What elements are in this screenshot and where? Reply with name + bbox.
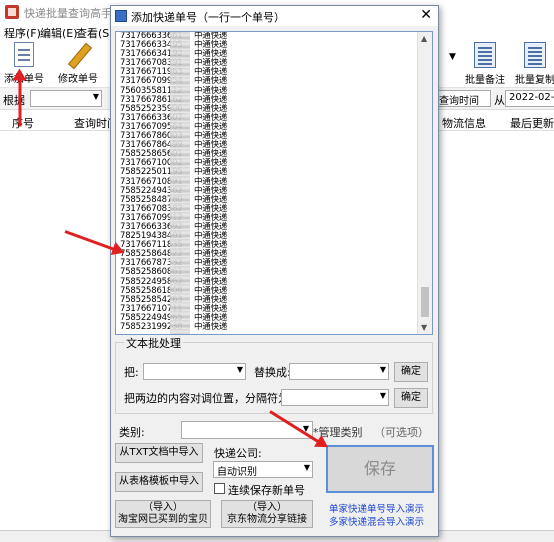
batch-note-button[interactable]: 批量备注: [463, 42, 507, 86]
scroll-down-icon[interactable]: ▼: [421, 323, 427, 332]
dialog-title-bar: 添加快递单号（一行一个单号） ✕: [111, 6, 438, 26]
chevron-down-icon: ▼: [379, 391, 386, 400]
replace-confirm-button[interactable]: 确定: [394, 362, 428, 382]
column-header-logistics[interactable]: 物流信息: [442, 115, 486, 131]
add-tracking-dialog: 添加快递单号（一行一个单号） ✕ 731766633661 中通快递 7317666…: [110, 5, 439, 537]
courier-company-select[interactable]: 自动识别 ▼: [213, 461, 313, 478]
filter-date-input[interactable]: 2022-02-09: [505, 90, 554, 107]
edit-tracking-button[interactable]: 修改单号: [56, 42, 100, 85]
menu-view[interactable]: 查看(S): [76, 25, 114, 41]
chevron-down-icon: ▼: [303, 463, 310, 472]
menu-program[interactable]: 程序(F): [4, 25, 41, 41]
import-taobao-line2: 淘宝网已买到的宝贝: [118, 514, 208, 525]
continuous-save-checkbox[interactable]: [214, 483, 225, 494]
replace-from-select[interactable]: ▼: [143, 363, 246, 380]
swap-confirm-label: 确定: [401, 392, 421, 403]
batch-copy-button[interactable]: 批量复制: [513, 42, 554, 86]
toolbar-dropdown-arrow-icon[interactable]: ▼: [449, 52, 456, 62]
tracking-number-rows: 731766633661 中通快递 731766633495 中通快递 73176663…: [116, 32, 418, 332]
category-label: 类别:: [119, 426, 145, 439]
multi-courier-demo-link[interactable]: 多家快递混合导入演示: [329, 514, 424, 528]
import-txt-button[interactable]: 从TXT文档中导入: [115, 443, 203, 463]
courier-company-label: 快递公司:: [214, 447, 262, 460]
chevron-down-icon: ▼: [236, 365, 243, 374]
new-document-icon: [14, 42, 34, 67]
scroll-up-icon[interactable]: ▲: [421, 34, 427, 43]
chevron-down-icon: ▼: [379, 365, 386, 374]
tracking-number-textarea[interactable]: 731766633661 中通快递 731766633495 中通快递 73176663…: [115, 31, 433, 335]
batch-note-label: 批量备注: [465, 75, 505, 86]
import-jd-button[interactable]: （导入） 京东物流分享链接: [221, 500, 313, 528]
import-taobao-button[interactable]: （导入） 淘宝网已买到的宝贝: [115, 500, 211, 528]
chevron-down-icon: ▼: [92, 92, 99, 101]
swap-label: 把两边的内容对调位置，分隔符为:: [124, 392, 293, 405]
main-menubar: 程序(F) 编辑(E) 查看(S): [0, 24, 114, 41]
import-table-button[interactable]: 从表格模板中导入: [115, 472, 203, 492]
copy-stack-icon: [524, 42, 546, 68]
import-txt-label: 从TXT文档中导入: [119, 447, 199, 458]
annotation-arrow-add: [18, 71, 22, 127]
tracking-number-row: 758523199238 中通快递: [116, 322, 418, 332]
batch-copy-label: 批量复制: [515, 75, 554, 86]
import-table-label: 从表格模板中导入: [119, 476, 199, 487]
category-optional-hint: （可选项）: [374, 426, 429, 439]
tracking-courier-name: 中通快递: [194, 322, 228, 332]
courier-company-value: 自动识别: [217, 467, 257, 478]
pencil-icon: [66, 42, 90, 67]
redacted-digits-blur: [170, 32, 190, 334]
filter-prefix-label: 根据: [3, 94, 25, 107]
filter-time-value: 查询时间: [439, 96, 479, 107]
column-header-index[interactable]: 序号: [12, 115, 34, 131]
batch-group-label: 文本批处理: [124, 335, 183, 351]
close-icon[interactable]: ✕: [420, 7, 432, 23]
column-header-last-update[interactable]: 最后更新时: [510, 115, 554, 131]
app-logo-icon: [5, 5, 19, 19]
scroll-thumb[interactable]: [421, 287, 429, 317]
filter-from-label: 从: [494, 94, 505, 107]
save-button[interactable]: 保存: [326, 445, 434, 493]
dialog-app-icon: [115, 10, 127, 22]
save-label: 保存: [363, 459, 396, 478]
replace-to-select[interactable]: ▼: [289, 363, 389, 380]
swap-confirm-button[interactable]: 确定: [394, 388, 428, 408]
filter-time-select[interactable]: 查询时间: [435, 90, 491, 107]
dialog-title: 添加快递单号（一行一个单号）: [131, 11, 285, 24]
menu-edit[interactable]: 编辑(E): [40, 25, 78, 41]
replace-to-label: 替换成:: [254, 366, 291, 379]
filter-date-value: 2022-02-09: [509, 92, 554, 103]
import-jd-line2: 京东物流分享链接: [227, 514, 307, 525]
edit-tracking-label: 修改单号: [58, 74, 98, 85]
single-courier-demo-link[interactable]: 单家快递单号导入演示: [329, 501, 424, 515]
notes-stack-icon: [474, 42, 496, 68]
replace-from-label: 把:: [124, 366, 139, 379]
import-jd-line1: （导入）: [247, 502, 287, 513]
separator-select[interactable]: ▼: [281, 389, 389, 406]
filter-field-select[interactable]: ▼: [30, 90, 102, 107]
import-taobao-line1: （导入）: [143, 502, 183, 513]
textarea-scrollbar[interactable]: ▲ ▼: [417, 32, 432, 334]
replace-confirm-label: 确定: [401, 366, 421, 377]
batch-processing-group: 文本批处理 把: ▼ 替换成: ▼ 确定 把两边的内容对调位置，分隔符为: ▼ …: [115, 335, 433, 414]
continuous-save-label: 连续保存新单号: [228, 484, 305, 497]
